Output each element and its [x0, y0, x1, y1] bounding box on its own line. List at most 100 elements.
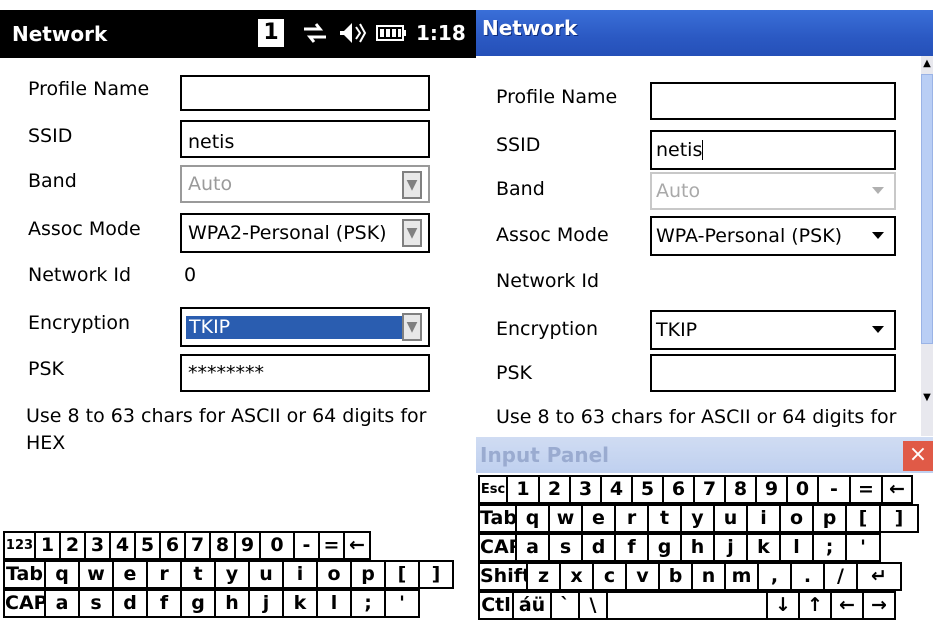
key-enter[interactable]: ↵ [858, 562, 902, 591]
key-h[interactable]: h [682, 533, 715, 562]
key-0[interactable]: 0 [788, 475, 819, 504]
clock[interactable]: 1:18 [416, 19, 466, 47]
key-ctl[interactable]: Ctl [478, 591, 514, 620]
key-6[interactable]: 6 [664, 475, 695, 504]
key-right-bracket[interactable]: ] [420, 560, 454, 589]
key-2[interactable]: 2 [540, 475, 571, 504]
key-minus[interactable]: - [819, 475, 851, 504]
key-space[interactable] [608, 591, 768, 620]
key-m[interactable]: m [726, 562, 759, 591]
key-up-arrow[interactable]: ↑ [800, 591, 832, 620]
key-u[interactable]: u [715, 504, 748, 533]
key-period[interactable]: . [792, 562, 825, 591]
key-y[interactable]: y [216, 560, 250, 589]
key-u[interactable]: u [250, 560, 284, 589]
key-cap[interactable]: CAP [478, 533, 517, 562]
key-z[interactable]: z [528, 562, 561, 591]
assoc-mode-dropdown[interactable]: WPA2-Personal (PSK) ▼ [180, 213, 430, 253]
key-s[interactable]: s [550, 533, 583, 562]
vertical-scrollbar[interactable]: ▲ ▼ [921, 56, 933, 436]
scrollbar-thumb[interactable] [921, 74, 933, 344]
key-equals[interactable]: = [851, 475, 883, 504]
key-o[interactable]: o [318, 560, 352, 589]
ssid-field[interactable]: netis [650, 130, 896, 170]
key-tab[interactable]: Tab [3, 560, 46, 589]
key-w[interactable]: w [550, 504, 583, 533]
key-4[interactable]: 4 [111, 531, 136, 560]
key-esc[interactable]: Esc [478, 475, 508, 504]
key-6[interactable]: 6 [161, 531, 186, 560]
key-j[interactable]: j [715, 533, 748, 562]
key-8[interactable]: 8 [726, 475, 757, 504]
key-backtick[interactable]: ` [552, 591, 580, 620]
sync-icon[interactable] [300, 19, 330, 47]
key-g[interactable]: g [182, 589, 216, 618]
key-j[interactable]: j [250, 589, 284, 618]
key-semicolon[interactable]: ; [814, 533, 847, 562]
key-w[interactable]: w [80, 560, 114, 589]
key-0[interactable]: 0 [261, 531, 295, 560]
key-i[interactable]: i [284, 560, 318, 589]
ssid-field[interactable]: netis [180, 120, 430, 158]
volume-icon[interactable] [338, 19, 368, 47]
key-intl[interactable]: áü [514, 591, 552, 620]
key-b[interactable]: b [660, 562, 693, 591]
key-1[interactable]: 1 [36, 531, 61, 560]
key-d[interactable]: d [583, 533, 616, 562]
key-l[interactable]: l [318, 589, 352, 618]
key-equals[interactable]: = [320, 531, 345, 560]
close-icon[interactable]: × [903, 441, 933, 471]
key-a[interactable]: a [46, 589, 80, 618]
key-minus[interactable]: - [295, 531, 320, 560]
key-apostrophe[interactable]: ' [847, 533, 881, 562]
key-p[interactable]: p [352, 560, 386, 589]
key-8[interactable]: 8 [211, 531, 236, 560]
profile-name-field[interactable] [180, 75, 430, 111]
key-5[interactable]: 5 [136, 531, 161, 560]
key-f[interactable]: f [616, 533, 649, 562]
key-left-bracket[interactable]: [ [386, 560, 420, 589]
key-2[interactable]: 2 [61, 531, 86, 560]
key-3[interactable]: 3 [571, 475, 602, 504]
encryption-dropdown[interactable]: TKIP [650, 310, 896, 350]
key-shift[interactable]: Shift [478, 562, 528, 591]
key-e[interactable]: e [583, 504, 616, 533]
key-i[interactable]: i [748, 504, 781, 533]
key-1[interactable]: 1 [508, 475, 540, 504]
psk-field[interactable] [650, 354, 896, 392]
key-9[interactable]: 9 [757, 475, 788, 504]
assoc-mode-dropdown[interactable]: WPA-Personal (PSK) [650, 216, 896, 256]
key-comma[interactable]: , [759, 562, 792, 591]
key-right-bracket[interactable]: ] [881, 504, 919, 533]
key-a[interactable]: a [517, 533, 550, 562]
band-dropdown[interactable]: Auto [650, 172, 896, 210]
key-4[interactable]: 4 [602, 475, 633, 504]
key-down-arrow[interactable]: ↓ [768, 591, 800, 620]
scroll-up-arrow-icon[interactable]: ▲ [921, 58, 933, 69]
key-q[interactable]: q [517, 504, 550, 533]
scroll-down-arrow-icon[interactable]: ▼ [921, 392, 933, 403]
key-o[interactable]: o [781, 504, 814, 533]
battery-icon[interactable] [374, 19, 408, 47]
key-3[interactable]: 3 [86, 531, 111, 560]
key-c[interactable]: c [594, 562, 627, 591]
key-x[interactable]: x [561, 562, 594, 591]
key-123[interactable]: 123 [3, 531, 36, 560]
key-l[interactable]: l [781, 533, 814, 562]
key-slash[interactable]: / [825, 562, 858, 591]
key-g[interactable]: g [649, 533, 682, 562]
key-semicolon[interactable]: ; [352, 589, 386, 618]
key-cap[interactable]: CAP [3, 589, 46, 618]
key-r[interactable]: r [616, 504, 649, 533]
key-v[interactable]: v [627, 562, 660, 591]
key-tab[interactable]: Tab [478, 504, 517, 533]
key-y[interactable]: y [682, 504, 715, 533]
key-backslash[interactable]: \ [580, 591, 608, 620]
key-k[interactable]: k [748, 533, 781, 562]
band-dropdown[interactable]: Auto ▼ [180, 165, 430, 203]
key-k[interactable]: k [284, 589, 318, 618]
key-r[interactable]: r [148, 560, 182, 589]
key-5[interactable]: 5 [633, 475, 664, 504]
key-h[interactable]: h [216, 589, 250, 618]
key-7[interactable]: 7 [186, 531, 211, 560]
